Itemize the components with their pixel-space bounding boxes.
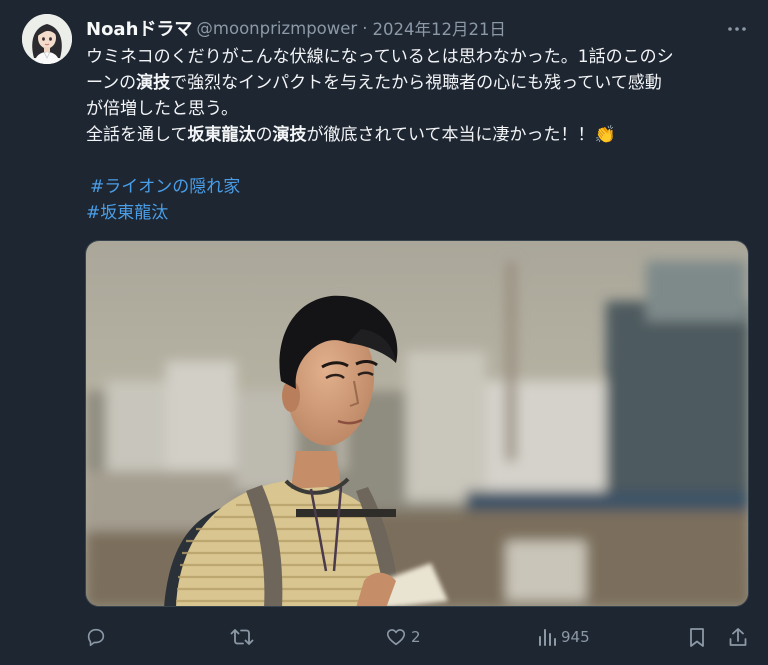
reply-icon	[87, 628, 105, 647]
tweet-text-segment: 全話を通して	[86, 125, 188, 145]
tweet-text-line: #ライオンの隠れ家	[86, 174, 750, 200]
tweet-text-line: ーンの演技で強烈なインパクトを与えたから視聴者の心にも残っていて感動	[86, 70, 750, 96]
like-count: 2	[411, 628, 421, 646]
tweet-text-line: が倍増したと思う。	[86, 96, 750, 122]
header-separator: ·	[362, 18, 368, 38]
views-chart-icon	[539, 629, 556, 646]
tweet-card: Noahドラマ @moonprizmpower · 2024年12月21日 ウミ…	[0, 0, 768, 665]
bookmark-icon	[690, 628, 704, 647]
tweet-text-segment: が徹底されていて本当に凄かった！！	[306, 125, 595, 145]
like-button[interactable]: 2	[385, 622, 421, 652]
tweet-actions-bar: 2 945	[85, 622, 749, 652]
share-button[interactable]	[727, 622, 749, 652]
tweet-text-bold: 坂東龍汰	[187, 125, 256, 145]
views-button[interactable]: 945	[537, 622, 590, 652]
more-options-button[interactable]	[726, 18, 748, 40]
bookmark-button[interactable]	[687, 622, 707, 652]
reply-button[interactable]	[85, 622, 111, 652]
tweet-text-spacer	[86, 148, 750, 174]
more-dots-icon	[728, 27, 746, 31]
hashtag-link[interactable]: #ライオンの隠れ家	[90, 174, 240, 200]
display-name[interactable]: Noahドラマ	[86, 15, 192, 41]
tweet-text-bold: 演技	[136, 73, 171, 93]
avatar[interactable]	[22, 14, 72, 64]
views-count: 945	[561, 628, 590, 646]
tweet-media-photo[interactable]	[85, 240, 749, 607]
share-icon	[729, 628, 747, 646]
clap-emoji: 👏	[594, 125, 616, 145]
user-handle[interactable]: @moonprizmpower	[196, 19, 357, 38]
avatar-illustration	[22, 14, 72, 64]
tweet-text-segment: で強烈なインパクトを与えたから視聴者の心にも残っていて感動	[170, 73, 662, 93]
hashtag-link[interactable]: #坂東龍汰	[86, 200, 168, 226]
tweet-header: Noahドラマ @moonprizmpower · 2024年12月21日	[86, 15, 506, 41]
tweet-text-line: #坂東龍汰	[86, 200, 750, 226]
drama-scene-image	[86, 241, 748, 606]
heart-icon	[386, 629, 406, 646]
retweet-button[interactable]	[230, 622, 258, 652]
tweet-text-line: ウミネコのくだりがこんな伏線になっているとは思わなかった。1話のこのシ	[86, 44, 750, 70]
tweet-text: ウミネコのくだりがこんな伏線になっているとは思わなかった。1話のこのシ ーンの演…	[86, 44, 750, 226]
retweet-icon	[230, 629, 254, 645]
tweet-text-segment: の	[255, 125, 273, 145]
tweet-text-bold: 演技	[272, 125, 307, 145]
tweet-date[interactable]: 2024年12月21日	[372, 16, 505, 40]
tweet-text-segment: ウミネコのくだりがこんな伏線になっているとは思わなかった。1話のこのシ	[86, 47, 674, 67]
tweet-text-line: 全話を通して坂東龍汰の演技が徹底されていて本当に凄かった！！👏	[86, 122, 750, 148]
tweet-text-segment: が倍増したと思う。	[86, 99, 238, 119]
tweet-text-segment: ーンの	[86, 73, 137, 93]
